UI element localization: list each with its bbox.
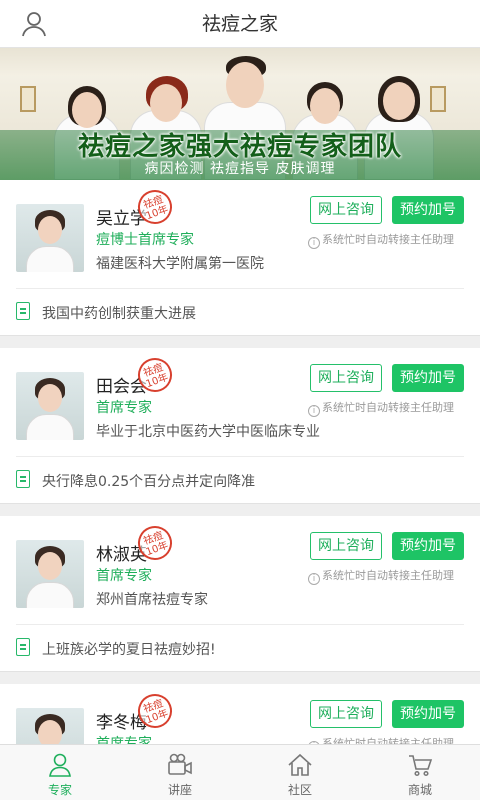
assistant-note: i系统忙时自动转接主任助理 — [308, 567, 454, 585]
tab-shop[interactable]: 商城 — [360, 745, 480, 800]
doctor-hospital: 福建医科大学附属第一医院 — [96, 256, 264, 272]
doctor-card[interactable]: 李冬梅 祛痘10年 首席专家 网上咨询 预约加号 i系统忙时自动转接主任助理 — [0, 684, 480, 744]
doctor-card[interactable]: 田会会 祛痘 10年 首席专家 毕业于北京中医药大学中医临床专业 网上咨询 预约加… — [0, 348, 480, 504]
banner[interactable]: 祛痘之家强大祛痘专家团队 病因检测 祛痘指导 皮肤调理 — [0, 48, 480, 180]
tab-label: 专家 — [47, 783, 72, 797]
banner-decoration — [20, 86, 36, 112]
document-icon — [16, 302, 30, 320]
divider — [16, 624, 464, 625]
article-link[interactable]: 上班族必学的夏日祛痘妙招! — [42, 639, 216, 659]
cart-icon — [409, 755, 433, 777]
doctor-avatar[interactable] — [16, 204, 84, 272]
divider — [16, 288, 464, 289]
doctor-card[interactable]: 林淑英 祛痘 10年 首席专家 郑州首席祛痘专家 网上咨询 预约加号 i 系统忙时自… — [0, 516, 480, 672]
assistant-note-text: 系统忙时自动转接主任助理 — [322, 401, 454, 414]
doctor-hospital: 毕业于北京中医药大学中医临床专业 — [96, 424, 320, 440]
assistant-note: i系统忙时自动转接主任助理 — [308, 399, 454, 417]
doctor-card[interactable]: 吴立学 祛痘 10年 痘博士首席专家 福建医科大学附属第一医院 网上咨询 预约加号… — [0, 180, 480, 336]
info-icon: i — [308, 237, 320, 249]
assistant-note-text: 系统忙时自动转接主任助理 — [322, 737, 454, 744]
doctor-list[interactable]: 吴立学 祛痘 10年 痘博士首席专家 福建医科大学附属第一医院 网上咨询 预约加号… — [0, 180, 480, 744]
app-header: 祛痘之家 — [0, 0, 480, 48]
consult-button[interactable]: 网上咨询 — [310, 700, 382, 728]
assistant-note-text: 系统忙时自动转接主任助理 — [322, 569, 454, 582]
info-icon: i — [308, 405, 320, 417]
assistant-note-text: 系统忙时自动转接主任助理 — [322, 233, 454, 246]
book-button[interactable]: 预约加号 — [392, 364, 464, 392]
info-icon: i — [308, 573, 320, 585]
book-button[interactable]: 预约加号 — [392, 196, 464, 224]
doctor-avatar[interactable] — [16, 540, 84, 608]
consult-button[interactable]: 网上咨询 — [310, 364, 382, 392]
video-camera-icon — [168, 753, 192, 775]
book-button[interactable]: 预约加号 — [392, 532, 464, 560]
doctor-title: 首席专家 — [96, 568, 152, 584]
tab-label: 社区 — [287, 783, 312, 797]
document-icon — [16, 470, 30, 488]
tab-label: 讲座 — [167, 783, 192, 797]
assistant-note: i系统忙时自动转接主任助理 — [308, 735, 454, 744]
tab-community[interactable]: 社区 — [240, 745, 360, 800]
doctor-title: 首席专家 — [96, 736, 152, 744]
article-link[interactable]: 央行降息0.25个百分点并定向降准 — [42, 471, 255, 491]
doctor-avatar[interactable] — [16, 708, 84, 744]
home-icon — [288, 753, 312, 776]
book-button[interactable]: 预约加号 — [392, 700, 464, 728]
divider — [16, 456, 464, 457]
document-icon — [16, 638, 30, 656]
doctor-avatar[interactable] — [16, 372, 84, 440]
doctor-title: 痘博士首席专家 — [96, 232, 194, 248]
tab-experts[interactable]: 专家 — [0, 745, 120, 800]
consult-button[interactable]: 网上咨询 — [310, 196, 382, 224]
doctor-hospital: 郑州首席祛痘专家 — [96, 592, 208, 608]
tab-label: 商城 — [407, 783, 432, 797]
banner-subline: 病因检测 祛痘指导 皮肤调理 — [144, 161, 336, 177]
person-icon — [49, 753, 71, 777]
assistant-note: i系统忙时自动转接主任助理 — [308, 231, 454, 249]
doctor-title: 首席专家 — [96, 400, 152, 416]
bottom-tab-bar: 专家 讲座 社区 商城 — [0, 744, 480, 800]
tab-lectures[interactable]: 讲座 — [120, 745, 240, 800]
page-title: 祛痘之家 — [201, 13, 278, 35]
article-link[interactable]: 我国中药创制获重大进展 — [42, 303, 196, 323]
consult-button[interactable]: 网上咨询 — [310, 532, 382, 560]
